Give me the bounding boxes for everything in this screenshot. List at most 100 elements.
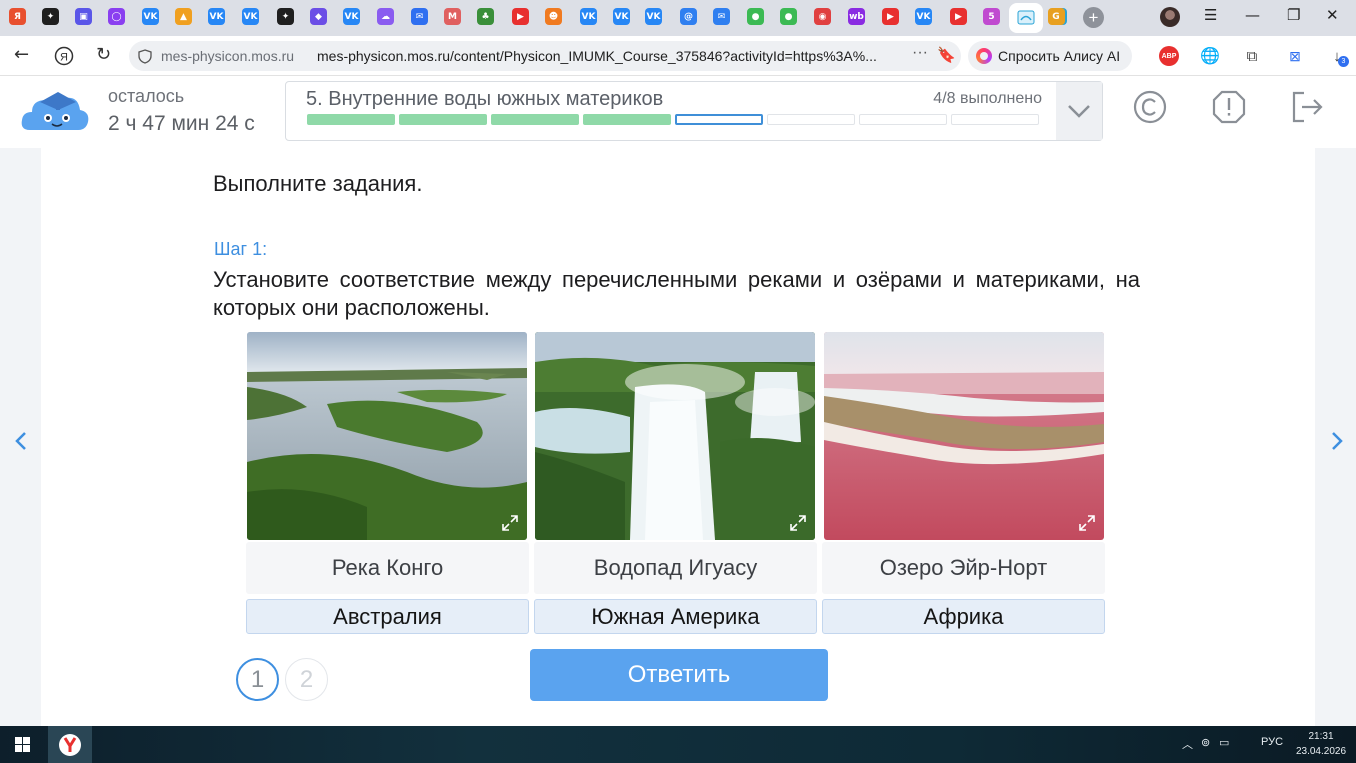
browser-tab-icon[interactable]: wb (848, 8, 865, 25)
bookmark-icon[interactable]: 🔖 (937, 46, 956, 64)
profile-avatar[interactable] (1160, 7, 1180, 27)
language-indicator[interactable]: РУС (1261, 736, 1283, 748)
progress-segment-todo (859, 114, 947, 125)
eyre-lake-image[interactable] (824, 332, 1104, 540)
report-problem-icon[interactable] (1212, 90, 1246, 124)
reload-icon[interactable]: ↻ (96, 44, 111, 65)
browser-tab-icon[interactable]: @ (680, 8, 697, 25)
minimize-icon[interactable]: — (1245, 6, 1260, 24)
congo-river-image[interactable] (247, 332, 527, 540)
progress-segment-current (675, 114, 763, 125)
clock-date: 23.04.2026 (1295, 746, 1347, 757)
copyright-icon[interactable] (1133, 90, 1167, 124)
address-bar: ← Я ↻ mes-physicon.mos.ru mes-physicon.m… (0, 36, 1356, 76)
browser-tab-icon[interactable]: ✉ (713, 8, 730, 25)
browser-tab-icon[interactable]: ◉ (814, 8, 831, 25)
tray-network-icon[interactable]: ⊚ (1201, 736, 1210, 749)
yandex-icon[interactable]: Я (54, 46, 74, 66)
browser-tab-icon[interactable]: G (1047, 8, 1065, 25)
time-left-label: осталось (108, 86, 185, 106)
browser-tab-icon[interactable]: ◆ (310, 8, 327, 25)
browser-tab-icon[interactable]: ▶ (950, 8, 967, 25)
progress-segment-todo (767, 114, 855, 125)
browser-tab-icon[interactable]: VK (142, 8, 159, 25)
close-window-icon[interactable]: ✕ (1326, 6, 1339, 24)
browser-tab-icon[interactable]: VK (208, 8, 225, 25)
logout-icon[interactable] (1290, 90, 1324, 124)
ask-alice-button[interactable]: Спросить Алису AI (968, 41, 1132, 71)
new-tab-button[interactable]: + (1083, 7, 1104, 28)
next-arrow-icon[interactable] (1326, 430, 1346, 452)
translate-icon[interactable]: ⧉ (1242, 46, 1262, 66)
yandex-browser-taskbar-button[interactable] (48, 726, 92, 763)
browser-tab-icon[interactable]: ☻ (545, 8, 562, 25)
browser-tab-icon[interactable]: ● (780, 8, 797, 25)
browser-tab-icon[interactable]: ✦ (42, 8, 59, 25)
iguazu-waterfall-image[interactable] (535, 332, 815, 540)
browser-tab-icon[interactable]: VK (613, 8, 630, 25)
browser-tab-icon[interactable]: ✦ (277, 8, 294, 25)
browser-tab-icon[interactable]: VK (645, 8, 662, 25)
expand-icon[interactable] (501, 514, 519, 532)
browser-tab-icon[interactable]: Я (9, 8, 26, 25)
browser-tab-icon[interactable]: VK (915, 8, 932, 25)
adblock-icon[interactable]: ABP (1159, 46, 1179, 66)
browser-tab-icon[interactable]: M (444, 8, 461, 25)
lesson-dropdown-toggle[interactable] (1056, 82, 1102, 140)
downloads-icon[interactable]: ↓ 3 (1327, 46, 1349, 67)
browser-tab-icon[interactable]: ● (747, 8, 764, 25)
active-tab[interactable] (1009, 3, 1043, 33)
tray-chevron-icon[interactable]: ︿ (1182, 736, 1193, 752)
browser-menu-icon[interactable]: ☰ (1204, 6, 1217, 24)
answer-slot-2[interactable]: Южная Америка (534, 599, 817, 634)
prev-arrow-icon[interactable] (12, 430, 32, 452)
page-1-button[interactable]: 1 (236, 658, 279, 701)
browser-tab-icon[interactable]: ◯ (108, 8, 125, 25)
answer-slot-3[interactable]: Африка (822, 599, 1105, 634)
caption-eyre: Озеро Эйр-Норт (822, 542, 1105, 594)
shield-icon[interactable] (138, 49, 152, 64)
extension-icon[interactable]: ⊠ (1285, 46, 1305, 66)
caption-iguazu: Водопад Игуасу (534, 542, 817, 594)
windows-start-icon[interactable] (15, 737, 30, 752)
progress-segment-done (399, 114, 487, 125)
submit-button[interactable]: Ответить (530, 649, 828, 701)
browser-tab-icon[interactable]: ▶ (882, 8, 899, 25)
answer-slot-1[interactable]: Австралия (246, 599, 529, 634)
system-clock[interactable]: 21:31 23.04.2026 (1294, 729, 1348, 759)
back-icon[interactable]: ← (14, 44, 29, 65)
browser-tab-icon[interactable]: ▲ (175, 8, 192, 25)
lesson-selector[interactable]: 5. Внутренние воды южных материков 4/8 в… (285, 81, 1103, 141)
restore-icon[interactable]: ❐ (1287, 6, 1300, 24)
browser-tab-icon[interactable]: ▣ (75, 8, 92, 25)
browser-tab-icon[interactable]: ✉ (411, 8, 428, 25)
iguazu-waterfall-picture (535, 332, 815, 540)
browser-tab-icon[interactable]: VK (580, 8, 597, 25)
more-icon[interactable]: ··· (912, 44, 928, 62)
pink-salt-lake-picture (824, 332, 1104, 540)
task-text: Установите соответствие между перечислен… (213, 267, 1140, 320)
expand-icon[interactable] (789, 514, 807, 532)
browser-tab-icon[interactable]: ☁ (377, 8, 394, 25)
browser-tab-icon[interactable]: VK (242, 8, 259, 25)
clock-time: 21:31 (1308, 731, 1334, 742)
ask-alice-label: Спросить Алису AI (998, 48, 1121, 64)
congo-river-picture (247, 332, 527, 540)
instructions-text: Выполните задания. (213, 171, 423, 196)
browser-tab-icon[interactable]: ▶ (512, 8, 529, 25)
time-left-value: 2 ч 47 мин 24 с (108, 112, 255, 135)
url-box[interactable]: mes-physicon.mos.ru mes-physicon.mos.ru/… (129, 41, 961, 71)
browser-tab-icon[interactable]: VK (343, 8, 360, 25)
page-2-button[interactable]: 2 (285, 658, 328, 701)
lesson-progress-text: 4/8 выполнено (933, 90, 1042, 107)
progress-segment-done (583, 114, 671, 125)
windows-taskbar: ︿ ⊚ ▭ РУС 21:31 23.04.2026 (0, 726, 1356, 763)
globe-icon[interactable]: 🌐 (1200, 46, 1220, 66)
tray-display-icon[interactable]: ▭ (1219, 736, 1229, 749)
chevron-down-icon (1068, 105, 1090, 118)
browser-tab-icon[interactable]: 5 (983, 8, 1000, 25)
expand-icon[interactable] (1078, 514, 1096, 532)
browser-tab-icon[interactable]: ♣ (477, 8, 494, 25)
active-tab-icon (1017, 10, 1035, 25)
lesson-title: 5. Внутренние воды южных материков (306, 88, 664, 110)
